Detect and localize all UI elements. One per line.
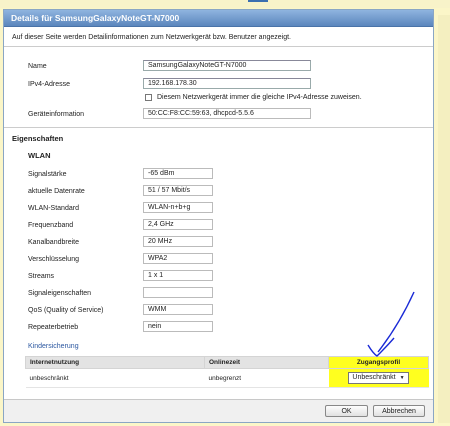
- annotation-arrow-icon: [367, 291, 415, 357]
